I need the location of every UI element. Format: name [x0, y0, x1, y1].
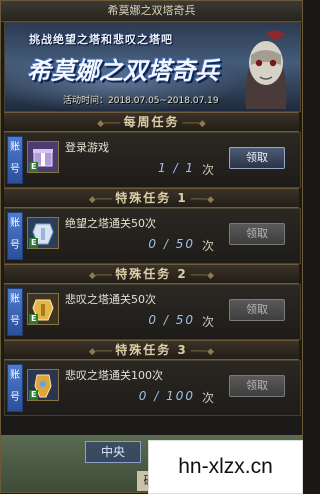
task-unit: 次 — [202, 239, 215, 253]
ornament-right-icon: ───◆ — [187, 347, 215, 357]
task-unit: 次 — [202, 315, 215, 329]
reward-item-icon[interactable]: E — [27, 141, 59, 173]
event-window: 希莫娜之双塔奇兵 挑战绝望之塔和悲叹之塔吧 希莫娜之双塔奇兵 活动时间：2018… — [0, 0, 303, 493]
ornament-left-icon: ◆─── — [88, 347, 116, 357]
section-header-label: 特殊任务 1 — [115, 191, 188, 205]
reward-item-icon[interactable]: E — [27, 293, 59, 325]
claim-button[interactable]: 领取 — [229, 223, 285, 245]
account-bound-badge: 账号 — [7, 136, 23, 184]
ornament-left-icon: ◆─── — [88, 271, 116, 281]
account-bound-badge: 账号 — [7, 212, 23, 260]
account-bound-badge: 账号 — [7, 288, 23, 336]
account-bound-badge: 账号 — [7, 364, 23, 412]
claim-button[interactable]: 领取 — [229, 147, 285, 169]
task-unit: 次 — [202, 391, 215, 405]
reward-item-icon[interactable]: E — [27, 217, 59, 249]
section-header-weekly: ◆─── 每周任务 ───◆ — [4, 112, 299, 132]
event-banner: 挑战绝望之塔和悲叹之塔吧 希莫娜之双塔奇兵 活动时间：2018.07.05~20… — [4, 22, 301, 112]
task-progress: 1 / 1 — [158, 161, 195, 175]
equipment-badge: E — [29, 162, 39, 172]
task-name: 登录游戏 — [65, 141, 109, 154]
section-header-special-2: ◆─── 特殊任务 2 ───◆ — [4, 264, 299, 284]
banner-tagline: 挑战绝望之塔和悲叹之塔吧 — [29, 33, 173, 46]
task-progress: 0 / 100 — [138, 389, 195, 403]
task-row-lament-tower-50: 账号 E 悲叹之塔通关50次 0 / 50 次 领取 — [4, 284, 301, 340]
task-name: 绝望之塔通关50次 — [65, 217, 156, 230]
window-title: 希莫娜之双塔奇兵 — [1, 1, 302, 22]
mask-character-icon — [245, 30, 287, 109]
task-progress: 0 / 50 — [148, 237, 195, 251]
section-header-special-3: ◆─── 特殊任务 3 ───◆ — [4, 340, 299, 360]
ornament-right-icon: ───◆ — [187, 271, 215, 281]
section-header-label: 特殊任务 3 — [115, 343, 188, 357]
center-map-label: 中央 — [85, 441, 141, 463]
ornament-right-icon: ───◆ — [187, 195, 215, 205]
claim-button[interactable]: 领取 — [229, 375, 285, 397]
task-name: 悲叹之塔通关100次 — [65, 369, 163, 382]
equipment-badge: E — [29, 314, 39, 324]
task-name: 悲叹之塔通关50次 — [65, 293, 156, 306]
claim-button[interactable]: 领取 — [229, 299, 285, 321]
task-progress: 0 / 50 — [148, 313, 195, 327]
task-unit: 次 — [202, 163, 215, 177]
task-row-lament-tower-100: 账号 E 悲叹之塔通关100次 0 / 100 次 领取 — [4, 360, 301, 416]
task-row-login: 账号 E 登录游戏 1 / 1 次 领取 — [4, 132, 301, 188]
banner-title: 希莫娜之双塔奇兵 — [27, 57, 219, 85]
task-row-despair-tower: 账号 E 绝望之塔通关50次 0 / 50 次 领取 — [4, 208, 301, 264]
reward-item-icon[interactable]: E — [27, 369, 59, 401]
section-header-label: 特殊任务 2 — [115, 267, 188, 281]
equipment-badge: E — [29, 390, 39, 400]
section-header-special-1: ◆─── 特殊任务 1 ───◆ — [4, 188, 299, 208]
watermark: hn-xlzx.cn — [148, 440, 303, 494]
section-header-label: 每周任务 — [123, 115, 180, 129]
equipment-badge: E — [29, 238, 39, 248]
ornament-right-icon: ───◆ — [179, 119, 206, 129]
ornament-left-icon: ◆─── — [88, 195, 116, 205]
banner-date: 活动时间：2018.07.05~2018.07.19 — [63, 96, 219, 106]
ornament-left-icon: ◆─── — [97, 119, 124, 129]
